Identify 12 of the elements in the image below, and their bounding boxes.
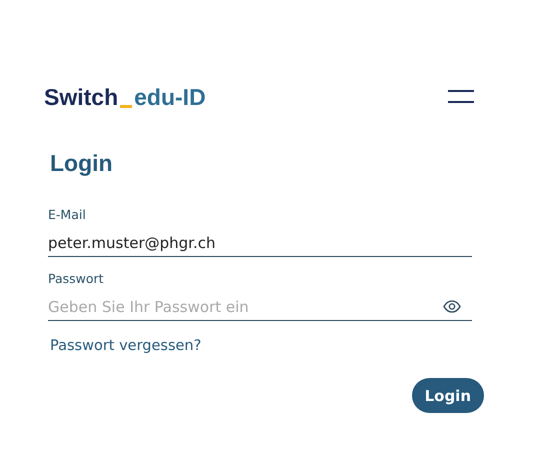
page-title: Login [50, 150, 114, 177]
logo-brand: Switch [44, 84, 118, 110]
email-field[interactable]: peter.muster@phgr.ch [48, 234, 472, 252]
menu-icon[interactable] [448, 90, 474, 104]
field-label: Passwort [48, 271, 105, 286]
forgot-password-link[interactable]: Passwort vergessen? [50, 338, 202, 354]
login-button[interactable]: Login [412, 378, 484, 413]
logo-underscore-mark [120, 104, 132, 108]
show-password-icon[interactable] [443, 300, 461, 313]
logo-product: edu-ID [134, 84, 206, 110]
field-label: E-Mail [48, 207, 87, 222]
password-field[interactable]: Geben Sie Ihr Passwort ein [48, 298, 443, 316]
